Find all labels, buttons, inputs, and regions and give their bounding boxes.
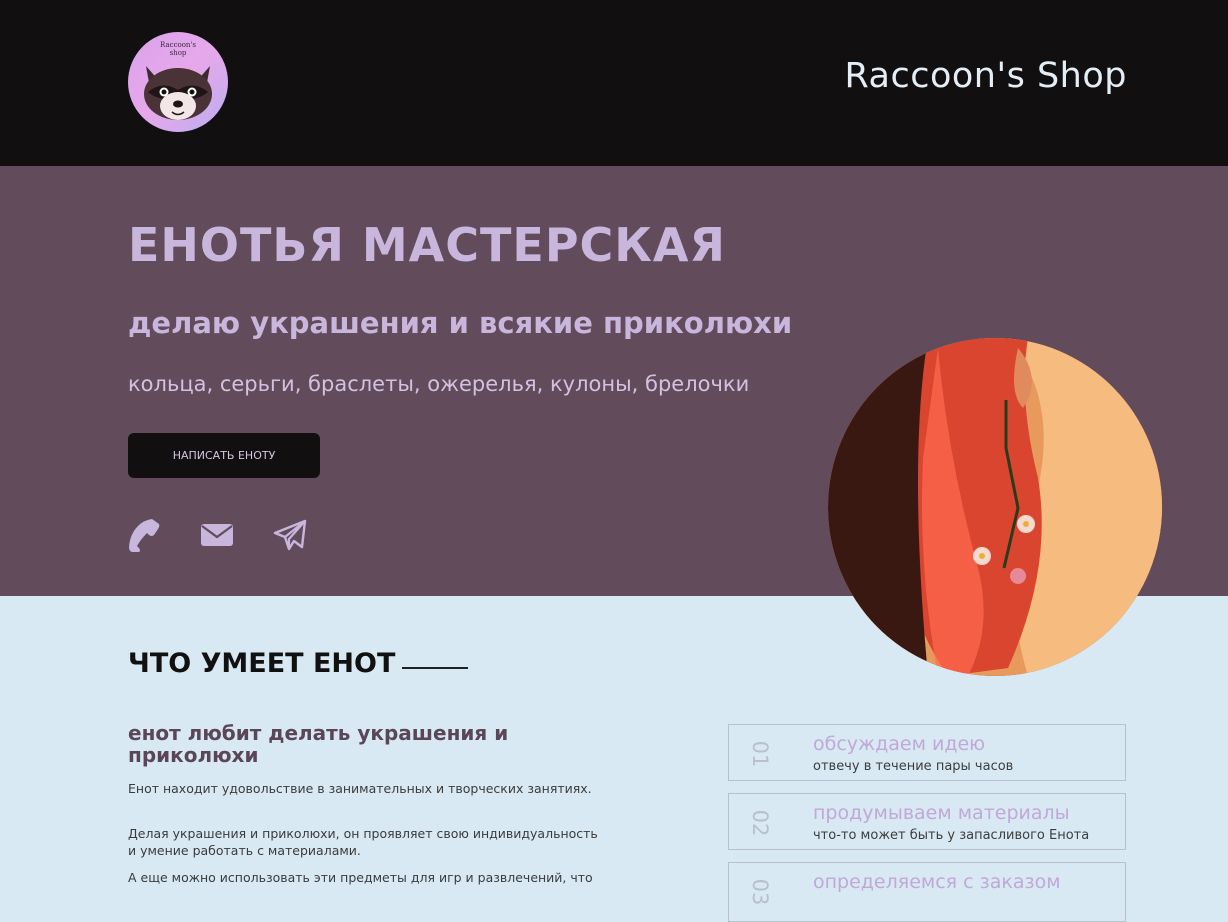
site-header: Raccoon's shop Raccoon's Shop [0, 0, 1228, 166]
section-title-divider [402, 667, 468, 669]
step-title: определяемся с заказом [813, 871, 1061, 893]
step-number: 01 [748, 740, 772, 768]
step-description: отвечу в течение пары часов [813, 759, 1014, 774]
about-paragraph: А еще можно использовать эти предметы дл… [128, 870, 593, 885]
about-paragraph: Енот находит удовольствие в занимательны… [128, 781, 592, 796]
step-number: 03 [748, 878, 772, 906]
phone-icon[interactable] [126, 517, 162, 553]
mail-icon[interactable] [199, 517, 235, 553]
step-description: что-то может быть у запасливого Енота [813, 828, 1090, 843]
hero-product-list: кольца, серьги, браслеты, ожерелья, куло… [128, 372, 750, 396]
hero-photo-earring [828, 338, 1162, 676]
about-heading: енот любит делать украшения и приколюхи [128, 721, 509, 767]
logo-text: Raccoon's shop [160, 41, 196, 57]
logo[interactable]: Raccoon's shop [128, 32, 228, 132]
section-title-skills: ЧТО УМЕЕТ ЕНОТ [128, 648, 396, 679]
earring-photo-art [828, 338, 1162, 676]
step-card: 02 продумываем материалы что-то может бы… [728, 793, 1126, 850]
step-number: 02 [748, 809, 772, 837]
about-paragraph: Делая украшения и приколюхи, он проявляе… [128, 826, 598, 858]
hero-subtitle: делаю украшения и всякие приколюхи [128, 306, 793, 340]
step-card: 03 определяемся с заказом [728, 862, 1126, 922]
telegram-icon[interactable] [272, 517, 308, 553]
step-title: продумываем материалы [813, 802, 1070, 824]
hero-title: ЕНОТЬЯ МАСТЕРСКАЯ [128, 218, 726, 272]
step-card: 01 обсуждаем идею отвечу в течение пары … [728, 724, 1126, 781]
write-raccoon-button[interactable]: НАПИСАТЬ ЕНОТУ [128, 433, 320, 478]
step-title: обсуждаем идею [813, 733, 986, 755]
raccoon-icon [144, 66, 212, 120]
site-title[interactable]: Raccoon's Shop [844, 56, 1127, 96]
